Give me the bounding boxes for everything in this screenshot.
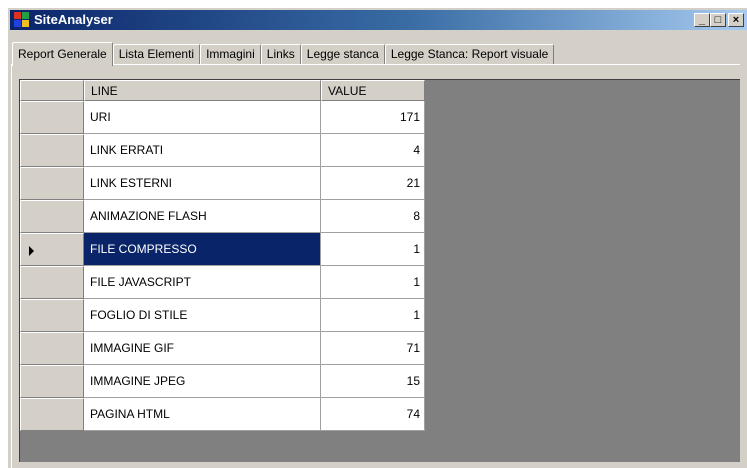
tab-lista-elementi[interactable]: Lista Elementi <box>112 44 201 64</box>
row-selector[interactable] <box>20 200 84 233</box>
value-cell[interactable]: 21 <box>321 167 425 200</box>
current-row-arrow-icon <box>29 246 34 256</box>
line-cell[interactable]: IMMAGINE JPEG <box>84 365 321 398</box>
row-selector[interactable] <box>20 167 84 200</box>
value-cell[interactable]: 1 <box>321 233 425 266</box>
value-cell[interactable]: 4 <box>321 134 425 167</box>
title-bar[interactable]: SiteAnalyser _ □ × <box>10 10 747 30</box>
row-selector[interactable] <box>20 266 84 299</box>
value-cell[interactable]: 1 <box>321 299 425 332</box>
value-cell[interactable]: 171 <box>321 101 425 134</box>
line-cell[interactable]: IMMAGINE GIF <box>84 332 321 365</box>
value-cell[interactable]: 8 <box>321 200 425 233</box>
column-header-line[interactable]: LINE <box>84 80 321 101</box>
tab-strip: Report Generale Lista Elementi Immagini … <box>12 42 555 66</box>
row-selector[interactable] <box>20 233 84 266</box>
app-icon <box>14 12 30 28</box>
close-button[interactable]: × <box>728 13 744 27</box>
window-title: SiteAnalyser <box>34 12 113 27</box>
value-cell[interactable]: 71 <box>321 332 425 365</box>
minimize-button[interactable]: _ <box>694 13 710 27</box>
row-selector[interactable] <box>20 332 84 365</box>
tab-links[interactable]: Links <box>260 44 301 64</box>
line-cell[interactable]: ANIMAZIONE FLASH <box>84 200 321 233</box>
tab-immagini[interactable]: Immagini <box>200 44 261 64</box>
line-cell[interactable]: LINK ESTERNI <box>84 167 321 200</box>
maximize-button[interactable]: □ <box>710 13 726 27</box>
row-selector[interactable] <box>20 101 84 134</box>
tab-report-generale[interactable]: Report Generale <box>12 42 113 66</box>
value-cell[interactable]: 74 <box>321 398 425 431</box>
row-selector[interactable] <box>20 365 84 398</box>
line-cell[interactable]: URI <box>84 101 321 134</box>
line-cell[interactable]: LINK ERRATI <box>84 134 321 167</box>
tab-legge-stanca-report-visuale[interactable]: Legge Stanca: Report visuale <box>384 44 555 64</box>
column-header-value[interactable]: VALUE <box>321 80 425 101</box>
row-selector[interactable] <box>20 299 84 332</box>
value-cell[interactable]: 1 <box>321 266 425 299</box>
line-cell[interactable]: FILE COMPRESSO <box>84 233 321 266</box>
line-cell[interactable]: FILE JAVASCRIPT <box>84 266 321 299</box>
row-selector[interactable] <box>20 398 84 431</box>
line-cell[interactable]: FOGLIO DI STILE <box>84 299 321 332</box>
line-cell[interactable]: PAGINA HTML <box>84 398 321 431</box>
tab-legge-stanca[interactable]: Legge stanca <box>300 44 385 64</box>
row-selector[interactable] <box>20 134 84 167</box>
row-header-corner[interactable] <box>20 80 84 101</box>
data-grid: LINE VALUE URI 171 LINK ERRATI 4 LINK ES… <box>19 79 740 462</box>
value-cell[interactable]: 15 <box>321 365 425 398</box>
